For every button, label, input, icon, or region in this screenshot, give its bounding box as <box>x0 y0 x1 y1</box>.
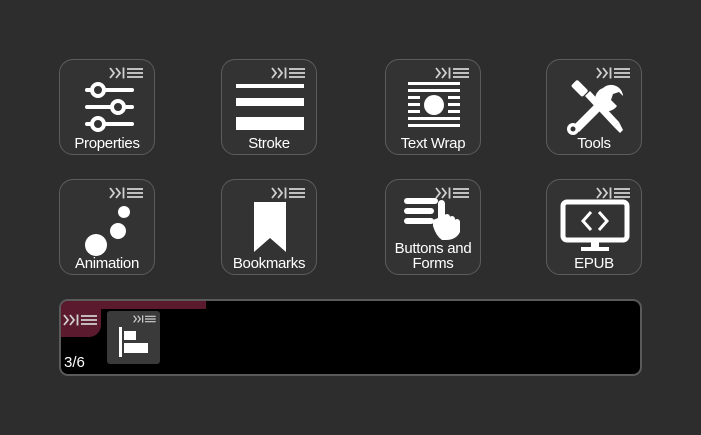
tile-label: Stroke <box>248 135 290 152</box>
wrench-screwdriver-icon <box>567 80 623 135</box>
tile-label: Animation <box>74 255 139 272</box>
tile-label: Properties <box>74 135 140 152</box>
align-left-thumbnail[interactable] <box>107 311 160 364</box>
monitor-code-icon <box>560 199 630 251</box>
tile-stroke[interactable]: Stroke <box>221 59 317 155</box>
tile-label: Bookmarks <box>232 255 306 272</box>
collapse-menu-icon <box>63 313 98 327</box>
tile-buttons-and-forms[interactable]: Buttons and Forms <box>385 179 481 275</box>
tile-text-wrap[interactable]: Text Wrap <box>385 59 481 155</box>
bookmark-icon <box>254 202 286 252</box>
panel-menu-badge[interactable] <box>61 301 101 337</box>
tile-tools[interactable]: Tools <box>546 59 642 155</box>
tile-label: EPUB <box>574 255 614 272</box>
tile-properties[interactable]: Properties <box>59 59 155 155</box>
align-left-icon <box>119 327 148 357</box>
page-carousel-panel[interactable]: 3/6 <box>59 299 642 376</box>
tile-bookmarks[interactable]: Bookmarks <box>221 179 317 275</box>
sliders-icon <box>85 82 134 132</box>
animation-dots-icon <box>85 206 130 256</box>
stroke-lines-icon <box>236 84 304 130</box>
tile-label: Buttons and Forms <box>394 240 472 272</box>
tile-epub[interactable]: EPUB <box>546 179 642 275</box>
tile-label: Text Wrap <box>400 135 466 152</box>
page-indicator: 3/6 <box>64 354 85 371</box>
tile-animation[interactable]: Animation <box>59 179 155 275</box>
tile-label: Tools <box>577 135 611 152</box>
hand-pointer-list-icon <box>404 198 460 240</box>
text-wrap-icon <box>408 82 460 127</box>
